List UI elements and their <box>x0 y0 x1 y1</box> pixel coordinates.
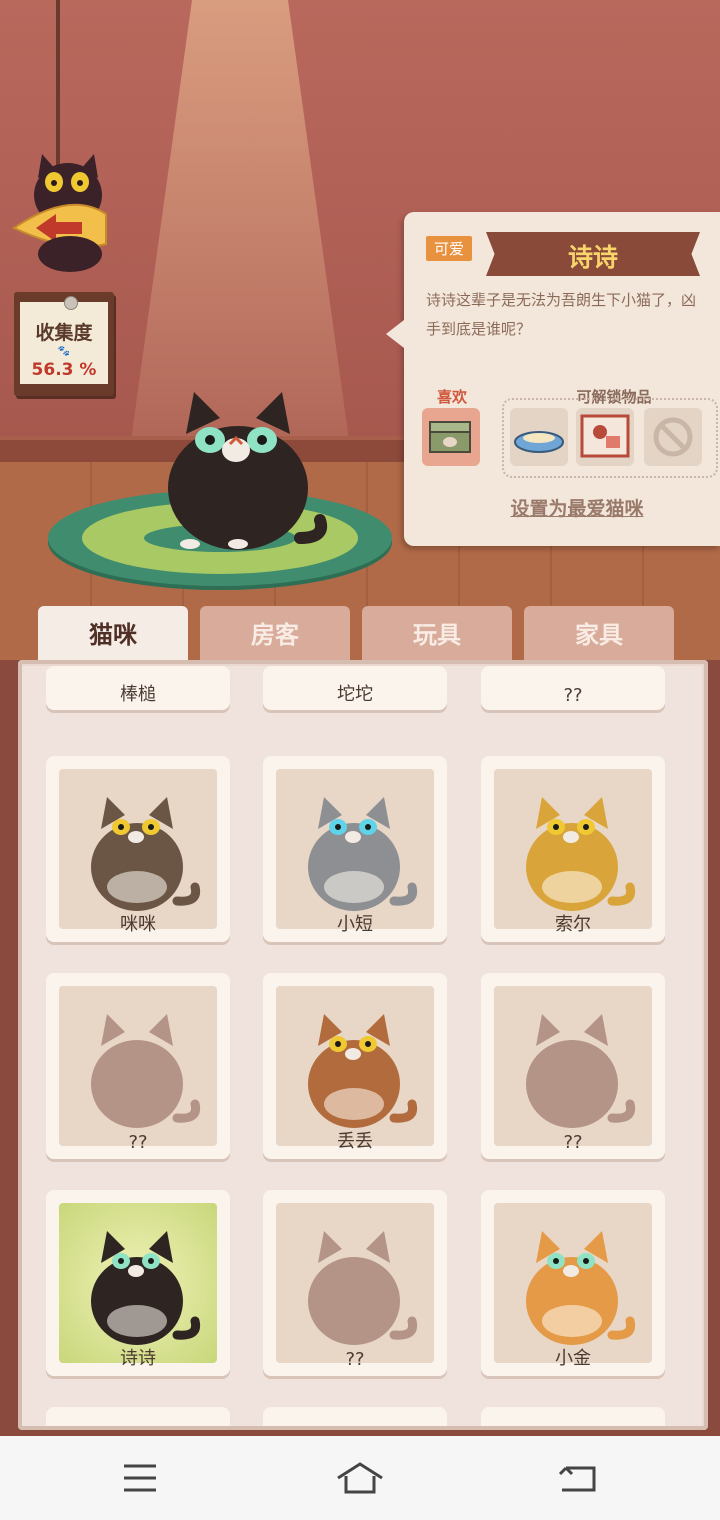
locked-cat-silhouette <box>59 986 217 1146</box>
cat-cell[interactable]: 小金 <box>481 1190 665 1376</box>
cat-grid: 棒槌 坨坨 ?? 咪咪 小短 索尔 ?? 丢丢 ?? 诗诗 ?? 小金 <box>22 666 702 1426</box>
cat-cell-name: ?? <box>563 1132 583 1153</box>
home-icon[interactable] <box>330 1456 390 1500</box>
tab-cats[interactable]: 猫咪 <box>38 606 188 666</box>
cat-cell-name: ?? <box>345 1349 365 1370</box>
locked-cat-silhouette <box>494 986 652 1146</box>
cat-cell-name: 咪咪 <box>120 914 156 935</box>
cat-cell-name: ?? <box>563 685 583 706</box>
cat-portrait <box>59 1203 217 1363</box>
tab-furniture[interactable]: 家具 <box>524 606 674 660</box>
cat-portrait <box>59 769 217 929</box>
pin-icon <box>64 296 78 310</box>
room-scene: 收集度 🐾 56.3 % 可爱 诗诗 诗诗这辈子是无法为吾朗生下小猫了，凶手到底… <box>0 0 720 660</box>
cat-name-title: 诗诗 <box>567 243 618 272</box>
cat-cell-name: 坨坨 <box>337 684 373 705</box>
paw-icon: 🐾 <box>57 346 71 357</box>
cat-cell[interactable]: ?? <box>263 1190 447 1376</box>
set-favorite-link[interactable]: 设置为最爱猫咪 <box>492 494 662 521</box>
collection-board[interactable]: 收集度 🐾 56.3 % <box>14 292 114 396</box>
tab-toys[interactable]: 玩具 <box>362 606 512 660</box>
locked-slot-icon <box>644 408 702 466</box>
cat-cell-name: 诗诗 <box>120 1348 156 1369</box>
cat-cell[interactable] <box>263 1407 447 1426</box>
hanging-rope <box>56 0 60 170</box>
cat-cell[interactable]: 棒槌 <box>46 666 230 710</box>
cat-bed-icon[interactable] <box>510 408 568 466</box>
cat-cell-name: 棒槌 <box>120 684 156 705</box>
cat-cell-name: 小短 <box>337 914 373 935</box>
back-cat-button[interactable] <box>10 150 128 275</box>
system-nav-bar <box>0 1436 720 1520</box>
cat-description: 诗诗这辈子是无法为吾朗生下小猫了，凶手到底是谁呢？ <box>426 291 697 338</box>
picture-frame-icon[interactable] <box>576 408 634 466</box>
featured-cat[interactable] <box>150 388 330 558</box>
cat-cell-name: 小金 <box>555 1348 591 1369</box>
cat-cell-name: 索尔 <box>555 914 591 935</box>
tab-tenants[interactable]: 房客 <box>200 606 350 660</box>
box-toy-icon[interactable] <box>422 408 480 466</box>
cat-cell[interactable] <box>46 1407 230 1426</box>
cat-info-card: 可爱 诗诗 诗诗这辈子是无法为吾朗生下小猫了，凶手到底是谁呢？ 喜欢 可解锁物品 <box>386 212 720 546</box>
cat-cell[interactable]: ?? <box>46 973 230 1159</box>
cat-cell[interactable]: 坨坨 <box>263 666 447 710</box>
cat-cell[interactable] <box>481 1407 665 1426</box>
locked-cat-silhouette <box>276 1203 434 1363</box>
cat-portrait <box>276 986 434 1146</box>
cat-portrait <box>276 769 434 929</box>
cat-cell[interactable]: 丢丢 <box>263 973 447 1159</box>
menu-icon[interactable] <box>110 1456 170 1500</box>
trait-badge: 可爱 <box>426 236 473 261</box>
collection-label: 收集度 <box>35 322 93 344</box>
collection-value: 56.3 % <box>31 360 97 380</box>
cat-cell[interactable]: ?? <box>481 973 665 1159</box>
cat-cell[interactable]: 咪咪 <box>46 756 230 942</box>
cat-cell-name: ?? <box>128 1132 148 1153</box>
cat-cell[interactable]: 小短 <box>263 756 447 942</box>
collection-paper: 收集度 🐾 56.3 % <box>20 296 108 384</box>
cat-cell-name: 丢丢 <box>337 1131 373 1152</box>
cat-cell[interactable]: 索尔 <box>481 756 665 942</box>
back-icon[interactable] <box>548 1456 608 1500</box>
cat-cell-selected[interactable]: 诗诗 <box>46 1190 230 1376</box>
cat-cell[interactable]: ?? <box>481 666 665 710</box>
likes-label: 喜欢 <box>436 388 467 406</box>
cat-portrait <box>494 769 652 929</box>
cat-portrait <box>494 1203 652 1363</box>
